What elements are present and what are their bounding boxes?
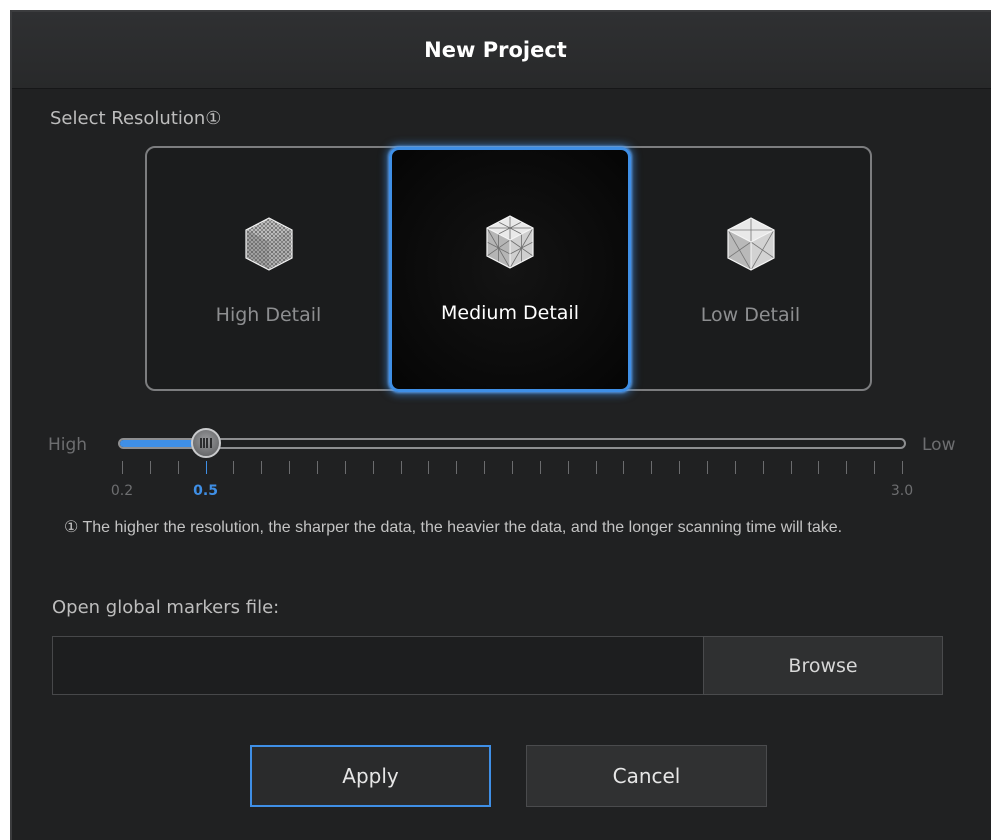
slider-tick xyxy=(762,461,764,474)
slider-tick xyxy=(846,461,848,474)
slider-tick xyxy=(289,461,291,474)
slider-ticks xyxy=(12,461,991,477)
slider-tick xyxy=(122,461,123,474)
slider-tick xyxy=(177,461,179,474)
slider-min-label: 0.2 xyxy=(110,483,134,499)
slider-tick xyxy=(261,461,263,474)
slider-tick xyxy=(512,461,513,474)
resolution-slider-track[interactable] xyxy=(118,438,906,449)
dialog-title: New Project xyxy=(424,38,567,62)
slider-tick xyxy=(567,461,569,474)
resolution-option-medium[interactable]: Medium Detail xyxy=(389,147,631,392)
slider-tick xyxy=(902,461,903,474)
slider-tick xyxy=(149,461,151,474)
slider-max-label: 3.0 xyxy=(890,483,914,499)
global-markers-label: Open global markers file: xyxy=(52,597,280,618)
slider-tick xyxy=(539,461,541,474)
slider-tick xyxy=(372,461,374,474)
slider-high-label: High xyxy=(48,435,88,455)
slider-tick xyxy=(484,461,486,474)
slider-tick xyxy=(734,461,736,474)
resolution-option-low[interactable]: Low Detail xyxy=(631,148,870,389)
slider-tick xyxy=(317,461,318,474)
slider-tick xyxy=(233,461,235,474)
resolution-option-label: High Detail xyxy=(215,304,322,326)
slider-value-label: 0.5 xyxy=(193,483,218,499)
slider-tick xyxy=(623,461,625,474)
slider-low-label: Low xyxy=(922,435,956,455)
global-markers-path-input[interactable] xyxy=(52,636,703,695)
grip-icon xyxy=(199,438,212,448)
resolution-selector: High Detail Medium Detail Low Detail xyxy=(145,146,872,392)
medium-mesh-cube-icon xyxy=(486,215,534,269)
slider-tick xyxy=(428,461,430,474)
slider-tick xyxy=(344,461,346,474)
sparse-mesh-cube-icon xyxy=(726,217,775,271)
cancel-button[interactable]: Cancel xyxy=(526,745,767,807)
resolution-option-label: Low Detail xyxy=(700,304,801,326)
slider-tick xyxy=(205,461,207,474)
slider-tick xyxy=(707,461,708,474)
slider-tick xyxy=(400,461,402,474)
select-resolution-label: Select Resolution① xyxy=(50,108,222,129)
resolution-option-high[interactable]: High Detail xyxy=(147,148,390,389)
slider-tick xyxy=(456,461,458,474)
browse-button[interactable]: Browse xyxy=(703,636,943,695)
slider-tick xyxy=(679,461,681,474)
slider-tick xyxy=(790,461,792,474)
dense-mesh-cube-icon xyxy=(244,217,293,271)
apply-button[interactable]: Apply xyxy=(250,745,491,807)
resolution-option-label: Medium Detail xyxy=(441,302,579,324)
slider-tick xyxy=(651,461,653,474)
resolution-slider-thumb[interactable] xyxy=(190,428,221,458)
dialog-titlebar: New Project xyxy=(12,12,991,89)
new-project-dialog: New Project Select Resolution① High Deta… xyxy=(10,10,991,840)
slider-tick xyxy=(874,461,876,474)
slider-tick xyxy=(818,461,820,474)
slider-tick xyxy=(595,461,597,474)
resolution-note: ① The higher the resolution, the sharper… xyxy=(64,519,843,536)
